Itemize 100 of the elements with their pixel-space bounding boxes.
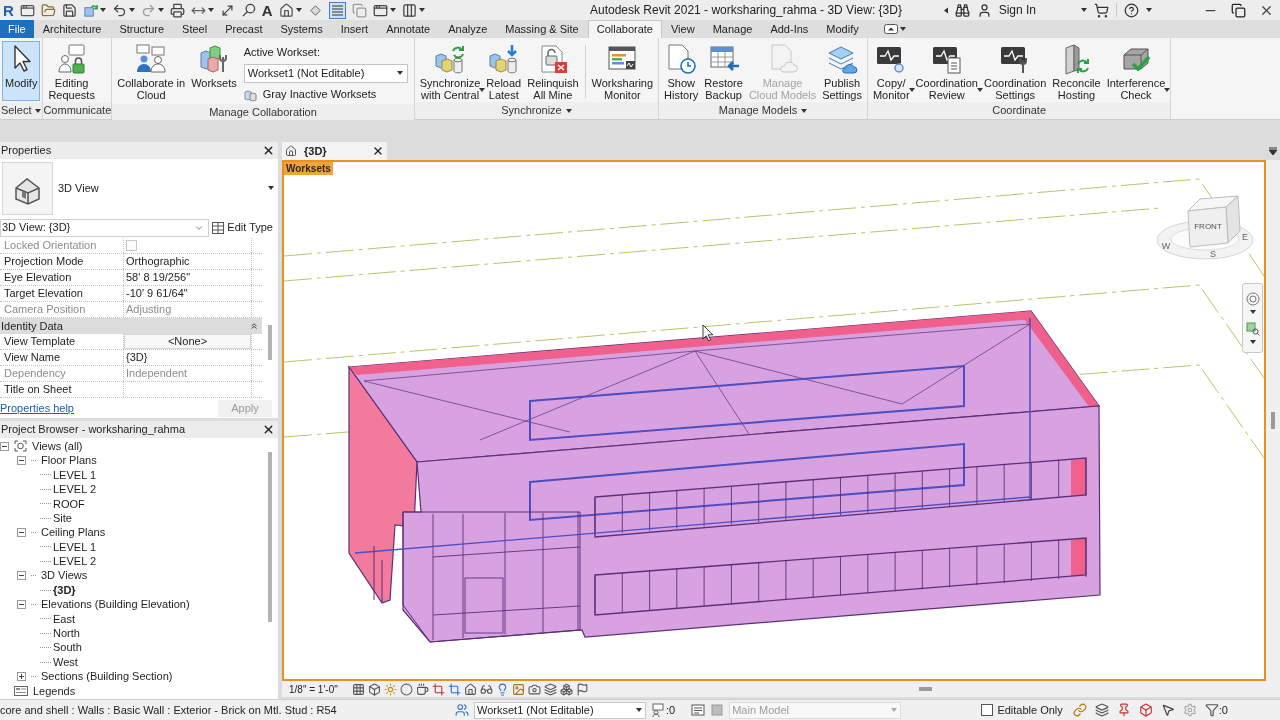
- tree-item[interactable]: LEVEL 1: [53, 538, 96, 556]
- ribbon-button[interactable]: Editing Requests: [45, 41, 98, 101]
- text-tool[interactable]: A: [261, 2, 273, 18]
- ribbon-tab[interactable]: Modify: [817, 20, 868, 38]
- aligned-dimension-icon[interactable]: [219, 2, 235, 18]
- active-workset-dropdown[interactable]: Workset1 (Not Editable): [243, 63, 408, 83]
- open-folder-icon[interactable]: [40, 2, 56, 18]
- navigation-wheel-icon[interactable]: [1245, 292, 1260, 306]
- undo-icon[interactable]: [111, 2, 127, 18]
- boxes-icon[interactable]: [559, 682, 573, 696]
- dropdown-menu-icon[interactable]: [1269, 147, 1277, 155]
- tree-item[interactable]: East: [53, 610, 75, 628]
- layers-icon[interactable]: [1094, 703, 1109, 717]
- ribbon-tab[interactable]: Add-Ins: [761, 20, 818, 38]
- help-icon[interactable]: [1124, 2, 1139, 18]
- ribbon-button[interactable]: Publish Settings: [819, 41, 865, 101]
- tree-item[interactable]: LEVEL 2: [53, 553, 96, 570]
- ribbon-button[interactable]: Worksharing Monitor: [588, 41, 657, 101]
- ribbon-button[interactable]: Coordination Settings: [980, 41, 1050, 101]
- app-logo[interactable]: R: [3, 2, 14, 18]
- tree-item[interactable]: ROOF: [53, 495, 85, 512]
- scrollbar-thumb[interactable]: [918, 687, 932, 691]
- restore-icon[interactable]: [1231, 2, 1246, 18]
- sign-in-link[interactable]: Sign In: [998, 1, 1036, 19]
- tree-item[interactable]: Views (all): [32, 437, 83, 455]
- frame-icon[interactable]: [511, 682, 525, 696]
- sphere-icon[interactable]: [399, 682, 413, 696]
- crop-region-icon[interactable]: [447, 682, 461, 696]
- panel-title-button[interactable]: Select: [0, 102, 42, 119]
- tree-item[interactable]: Ceiling Plans: [41, 524, 106, 541]
- teapot-icon[interactable]: [415, 682, 429, 696]
- scrollbar-thumb[interactable]: [268, 452, 272, 622]
- tree-item[interactable]: West: [53, 653, 78, 671]
- ribbon-tab[interactable]: Structure: [110, 20, 174, 38]
- ribbon-button[interactable]: Restore Backup: [701, 41, 746, 101]
- camera-icon[interactable]: [527, 682, 541, 696]
- scrollbar-thumb[interactable]: [1271, 412, 1275, 429]
- user-icon[interactable]: [976, 2, 992, 18]
- expand-box-icon[interactable]: [17, 671, 26, 681]
- property-value[interactable]: Orthographic: [124, 254, 252, 269]
- ribbon-tab[interactable]: Annotate: [377, 20, 440, 38]
- ribbon-tab[interactable]: Massing & Site: [496, 20, 588, 38]
- ribbon-button[interactable]: Interference Check: [1103, 41, 1169, 101]
- cube-icon[interactable]: [1138, 703, 1153, 717]
- tree-item[interactable]: North: [53, 625, 80, 642]
- ribbon-button[interactable]: Coordination Review: [912, 41, 981, 101]
- ribbon-tab[interactable]: Manage: [703, 20, 762, 38]
- columns-icon[interactable]: [401, 2, 417, 18]
- binoculars-icon[interactable]: [954, 2, 970, 18]
- link-icon[interactable]: [1072, 703, 1087, 717]
- layers-icon[interactable]: [543, 682, 557, 696]
- ribbon-button[interactable]: Synchronize with Central: [416, 41, 484, 101]
- ribbon-button[interactable]: Relinquish All Mine: [524, 41, 582, 101]
- property-group-header[interactable]: Identity Data: [0, 318, 262, 334]
- ribbon-tab[interactable]: Collaborate: [587, 20, 662, 38]
- window-icon[interactable]: [19, 2, 35, 18]
- save-icon[interactable]: [61, 2, 77, 18]
- edit-type-button[interactable]: Edit Type: [212, 219, 273, 236]
- view-scale[interactable]: 1/8" = 1'-0": [289, 681, 338, 697]
- scrollbar-thumb[interactable]: [268, 325, 272, 360]
- ribbon-button[interactable]: Copy/ Monitor: [869, 41, 913, 101]
- collapse-arrow-icon[interactable]: [943, 6, 948, 14]
- design-options-icon[interactable]: [691, 703, 706, 717]
- ribbon-button[interactable]: Modify: [2, 41, 41, 101]
- panel-toggle-icon[interactable]: [883, 24, 898, 34]
- crop-icon[interactable]: [431, 682, 445, 696]
- collapse-box-icon[interactable]: [17, 600, 26, 609]
- cube-icon[interactable]: [367, 682, 381, 696]
- filter-icon[interactable]: [1204, 703, 1219, 717]
- workset-dropdown[interactable]: Workset1 (Not Editable): [474, 701, 646, 719]
- glasses-icon[interactable]: [479, 682, 493, 696]
- file-tab[interactable]: File: [0, 20, 34, 38]
- document-tab[interactable]: {3D}: [282, 142, 387, 160]
- cursor-icon[interactable]: [1160, 703, 1175, 717]
- tree-item[interactable]: LEVEL 1: [53, 466, 96, 484]
- ribbon-tab[interactable]: Analyze: [439, 20, 497, 38]
- ribbon-button[interactable]: Show History: [661, 41, 702, 101]
- tree-item[interactable]: {3D}: [53, 581, 76, 599]
- properties-help-link[interactable]: Properties help: [0, 399, 74, 417]
- ribbon-button[interactable]: Reload Latest: [483, 41, 525, 101]
- ribbon-button[interactable]: Worksets: [188, 41, 240, 101]
- tree-item[interactable]: 3D Views: [41, 567, 88, 584]
- thin-lines-icon[interactable]: [328, 1, 346, 19]
- sync-icon[interactable]: [82, 2, 98, 18]
- tree-item[interactable]: Floor Plans: [41, 452, 97, 469]
- switch-windows-icon[interactable]: [372, 2, 388, 18]
- pin-icon[interactable]: [1116, 703, 1131, 717]
- ribbon-tab[interactable]: Architecture: [33, 20, 111, 38]
- ribbon-tab[interactable]: View: [662, 20, 704, 38]
- ribbon-tab[interactable]: Systems: [271, 20, 332, 38]
- collapse-box-icon[interactable]: [17, 528, 26, 538]
- collapse-box-icon[interactable]: [17, 456, 26, 466]
- section-marker-icon[interactable]: [307, 2, 323, 18]
- tree-item[interactable]: South: [53, 639, 82, 656]
- tree-item[interactable]: Elevations (Building Elevation): [41, 596, 190, 613]
- grid-icon[interactable]: [351, 682, 365, 696]
- collapse-box-icon[interactable]: [17, 571, 26, 581]
- ribbon-tab[interactable]: Steel: [173, 20, 217, 38]
- tree-item[interactable]: LEVEL 2: [53, 481, 96, 498]
- instance-dropdown[interactable]: 3D View: {3D}: [0, 218, 210, 237]
